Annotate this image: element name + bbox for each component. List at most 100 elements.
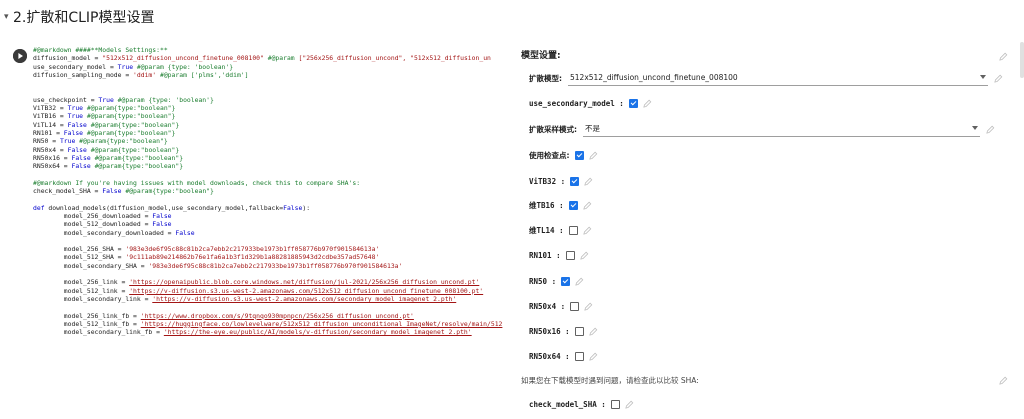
rn50-label: RN50 : <box>529 276 557 286</box>
code-line: RN50 = True #@param{type:"boolean"} <box>33 137 513 145</box>
rn50-checkbox[interactable] <box>561 276 571 286</box>
pencil-icon[interactable] <box>999 52 1008 61</box>
code-token: model_256_downloaded = <box>33 211 153 220</box>
code-token: #@param{type:"boolean"} <box>83 128 176 137</box>
run-cell-button[interactable] <box>13 49 27 63</box>
code-token: ["256x256_diffusion_uncond", "512x512_di… <box>298 54 491 63</box>
rn50x4-checkbox[interactable] <box>570 301 580 311</box>
code-line: RN50x64 = False #@param{type:"boolean"} <box>33 162 513 170</box>
code-token: 'https://v-diffusion.s3.us-west-2.amazon… <box>152 294 457 303</box>
code-token: model_secondary_downloaded = <box>33 228 176 237</box>
code-token: False <box>175 228 195 237</box>
code-token: #@param{type:"boolean"} <box>75 137 168 146</box>
code-token: True <box>98 95 114 104</box>
pencil-icon[interactable] <box>994 74 1003 83</box>
code-token: use_secondary_model = <box>33 62 118 71</box>
rn50x16-row: RN50x16 : <box>529 323 598 339</box>
section-header[interactable]: ▾ 2.扩散和CLIP模型设置 <box>0 0 1024 34</box>
pencil-icon[interactable] <box>588 327 598 336</box>
code-line: model_512_link = 'https://v-diffusion.s3… <box>33 287 513 295</box>
code-token: 'https://v-diffusion.s3.us-west-2.amazon… <box>129 286 484 295</box>
code-line: model_secondary_downloaded = False <box>33 229 513 237</box>
code-token: #@param{type:"boolean"} <box>86 120 180 129</box>
code-token: True <box>117 62 134 71</box>
code-token: ViTB16 = <box>33 112 68 121</box>
code-token: download_models(diffusion_model,use_seco… <box>48 203 284 212</box>
code-token: RN50x4 = <box>33 145 68 154</box>
code-token: 'https://the-eye.eu/public/AI/models/v-d… <box>163 328 472 337</box>
code-token: 'https://huggingface.co/lowlevelware/512… <box>140 319 503 328</box>
sampling-mode-label: 扩散采样模式: <box>529 124 577 134</box>
code-line: ViTL14 = False #@param{type:"boolean"} <box>33 121 513 129</box>
diffusion-model-row: 扩散模型: 512x512_diffusion_uncond_finetune_… <box>529 70 1014 86</box>
rn50x64-checkbox[interactable] <box>574 351 584 361</box>
vitb16-row: 维TB16 : <box>529 197 592 213</box>
vitb16-checkbox[interactable] <box>568 200 578 210</box>
code-token: False <box>283 203 303 212</box>
code-token: '9c111ab89e214862b76e1fa6a1b3f1d329b1a88… <box>125 253 380 262</box>
check-model-sha-checkbox[interactable] <box>610 399 620 409</box>
code-token: model_256_link = <box>33 278 130 287</box>
pencil-icon[interactable] <box>584 177 593 186</box>
pencil-icon[interactable] <box>579 251 589 260</box>
code-line: #@markdown ####**Models Settings:** <box>33 46 513 54</box>
vitb32-checkbox[interactable] <box>570 176 580 186</box>
rn101-label: RN101 : <box>529 250 561 260</box>
code-line: check_model_SHA = False #@param{type:"bo… <box>33 187 513 195</box>
code-line: diffusion_model = "512x512_diffusion_unc… <box>33 54 513 62</box>
use-checkpoint-checkbox[interactable] <box>574 150 584 160</box>
rn50x16-checkbox[interactable] <box>574 326 584 336</box>
sampling-mode-select[interactable]: 不是 <box>583 122 980 137</box>
code-line: model_256_downloaded = False <box>33 212 513 220</box>
code-token: "512x512_diffusion_uncond_finetune_00810… <box>102 54 264 63</box>
vitb16-label: 维TB16 : <box>529 200 564 210</box>
code-token: model_256_SHA = <box>33 245 126 254</box>
rn101-checkbox[interactable] <box>565 250 575 260</box>
code-line: use_secondary_model = True #@param {type… <box>33 63 513 71</box>
dropdown-arrow-icon <box>980 74 986 79</box>
pencil-icon[interactable] <box>584 302 593 311</box>
code-token: diffusion_model = <box>33 54 103 63</box>
code-token: model_256_link_fb = <box>33 311 141 320</box>
caret-down-icon[interactable]: ▾ <box>4 12 9 22</box>
pencil-icon[interactable] <box>588 352 598 361</box>
code-editor[interactable]: #@markdown ####**Models Settings:** diffu… <box>33 46 513 419</box>
use-secondary-model-row: use_secondary_model : <box>529 95 652 111</box>
pencil-icon[interactable] <box>643 99 652 108</box>
code-token: ViTL14 = <box>33 120 68 129</box>
pencil-icon[interactable] <box>575 277 584 286</box>
pencil-icon[interactable] <box>588 151 598 160</box>
use-secondary-model-checkbox[interactable] <box>628 98 638 108</box>
pencil-icon[interactable] <box>999 376 1008 385</box>
code-token: check_model_SHA = <box>33 187 103 196</box>
code-token: diffusion_sampling_mode = <box>33 70 134 79</box>
diffusion-model-select[interactable]: 512x512_diffusion_uncond_finetune_008100 <box>568 71 988 86</box>
pencil-icon[interactable] <box>582 226 592 235</box>
pencil-icon[interactable] <box>986 125 995 134</box>
rn50x64-row: RN50x64 : <box>529 348 598 364</box>
form-title: 模型设置: <box>521 51 561 61</box>
sha-note: 如果您在下载模型时遇到问题，请检查此以比较 SHA: <box>521 376 699 385</box>
code-line: model_256_SHA = '983e3de6f95c88c81b2ca7e… <box>33 245 513 253</box>
code-token: #@param <box>263 54 299 63</box>
code-line: model_512_downloaded = False <box>33 220 513 228</box>
rn101-row: RN101 : <box>529 247 589 263</box>
rn50-row: RN50 : <box>529 273 584 289</box>
code-token: ViTB32 = <box>33 104 68 113</box>
pencil-icon[interactable] <box>582 201 592 210</box>
code-line: RN101 = False #@param{type:"boolean"} <box>33 129 513 137</box>
vitl14-checkbox[interactable] <box>568 225 578 235</box>
code-token: 'https://www.dropbox.com/s/9tqnqo930mpnp… <box>140 311 414 320</box>
vitl14-row: 维TL14 : <box>529 222 592 238</box>
code-token: #@markdown ####**Models Settings:** <box>33 46 168 54</box>
rn50x4-row: RN50x4 : <box>529 298 593 314</box>
code-line: use_checkpoint = True #@param {type: 'bo… <box>33 96 513 104</box>
code-token: model_secondary_link = <box>33 294 153 303</box>
code-line: model_512_SHA = '9c111ab89e214862b76e1fa… <box>33 253 513 261</box>
pencil-icon[interactable] <box>625 400 634 409</box>
scrollbar[interactable] <box>1020 42 1024 78</box>
